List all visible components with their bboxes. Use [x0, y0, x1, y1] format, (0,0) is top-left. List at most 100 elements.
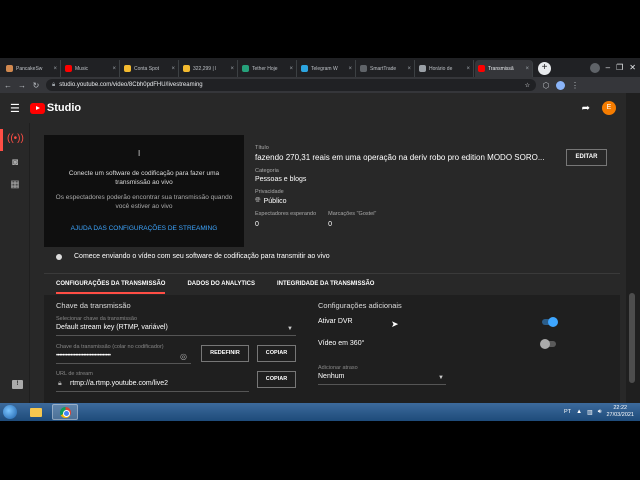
- network-icon[interactable]: ▥: [587, 409, 593, 416]
- dvr-toggle[interactable]: [542, 317, 558, 327]
- reset-key-button[interactable]: REDEFINIR: [201, 345, 249, 362]
- tab-favicon-icon: [242, 65, 249, 72]
- close-icon[interactable]: ×: [525, 66, 529, 72]
- tabstrip-right: – ❐ ✕: [589, 58, 640, 77]
- close-window-icon[interactable]: ✕: [629, 63, 636, 72]
- delay-select[interactable]: Nenhum: [318, 373, 344, 380]
- chevron-down-icon[interactable]: ▼: [287, 326, 293, 332]
- close-icon[interactable]: ×: [112, 66, 116, 72]
- stream-title: fazendo 270,31 reais em uma operação na …: [255, 153, 545, 162]
- delay-underline: [318, 384, 446, 385]
- browser-tab[interactable]: SmartTrade ×: [357, 60, 415, 77]
- start-hint: Comece enviando o vídeo com seu software…: [74, 253, 330, 260]
- tab-stream-settings[interactable]: CONFIGURAÇÕES DA TRANSMISSÃO: [56, 274, 166, 294]
- language-indicator[interactable]: PT: [564, 409, 571, 415]
- windows-logo-icon: [3, 405, 17, 419]
- calendar-icon[interactable]: ▦: [7, 177, 23, 193]
- youtube-logo-icon: [29, 102, 45, 114]
- taskbar-chrome[interactable]: [52, 404, 78, 420]
- header-actions: ➦ E: [582, 101, 616, 115]
- select-key-label: Selecionar chave da transmissão: [56, 316, 138, 322]
- stream-settings-panel: Chave da transmissão Selecionar chave da…: [44, 295, 620, 403]
- browser-tab[interactable]: Conta Spot ×: [121, 60, 179, 77]
- stream-key-label: Chave da transmissão (colar no codificad…: [56, 344, 164, 350]
- clock[interactable]: 22:22 27/03/2021: [606, 405, 634, 419]
- streaming-help-link[interactable]: AJUDA DAS CONFIGURAÇÕES DE STREAMING: [54, 225, 234, 232]
- reload-icon[interactable]: ↻: [32, 81, 40, 90]
- stream-details: Título fazendo 270,31 reais em uma opera…: [255, 145, 555, 234]
- tab-stream-health[interactable]: INTEGRIDADE DA TRANSMISSÃO: [277, 274, 374, 294]
- restore-icon[interactable]: ❐: [616, 63, 623, 72]
- status-dot-icon: [56, 253, 62, 260]
- close-icon[interactable]: ×: [407, 66, 411, 72]
- copy-url-button[interactable]: COPIAR: [257, 371, 296, 388]
- chevron-down-icon[interactable]: ▼: [438, 375, 444, 381]
- mouse-pointer-icon: ➤: [391, 319, 399, 329]
- tab-favicon-icon: [124, 65, 131, 72]
- studio-logo[interactable]: Studio: [29, 102, 81, 114]
- camera-icon[interactable]: ◙: [7, 155, 23, 171]
- edit-button[interactable]: EDITAR: [566, 149, 607, 166]
- chrome-icon: [59, 406, 71, 418]
- minimize-icon[interactable]: –: [606, 63, 610, 72]
- close-icon[interactable]: ×: [466, 66, 470, 72]
- select-underline: [56, 335, 296, 336]
- tray-arrow-icon[interactable]: ▲: [576, 409, 582, 415]
- tab-favicon-icon: [419, 65, 426, 72]
- star-icon[interactable]: ☆: [525, 82, 530, 89]
- settings-tabs: CONFIGURAÇÕES DA TRANSMISSÃO DADOS DO AN…: [44, 273, 620, 294]
- left-nav: ((•)) ◙ ▦: [0, 123, 30, 403]
- close-icon[interactable]: ×: [230, 66, 234, 72]
- url-input[interactable]: 🔒︎ studio.youtube.com/video/8Cbh0pdFHU/l…: [46, 79, 536, 91]
- video360-toggle[interactable]: [540, 339, 556, 349]
- url-text: studio.youtube.com/video/8Cbh0pdFHU/live…: [59, 82, 203, 88]
- feedback-icon[interactable]: !: [12, 380, 23, 389]
- browser-tab[interactable]: 322,299 | l ×: [180, 60, 238, 77]
- browser-tab[interactable]: Music ×: [62, 60, 120, 77]
- forward-icon[interactable]: →: [18, 81, 26, 90]
- profile-icon[interactable]: [589, 62, 600, 73]
- browser-tab[interactable]: PancakeSw ×: [3, 60, 61, 77]
- new-tab-button[interactable]: +: [538, 62, 551, 75]
- browser-tab[interactable]: Tether Hoje ×: [239, 60, 297, 77]
- volume-icon[interactable]: 🔊︎: [598, 409, 602, 416]
- taskbar-explorer[interactable]: [23, 404, 49, 420]
- scrollbar-thumb[interactable]: [629, 293, 635, 383]
- omnibox-actions: ☆: [525, 82, 530, 89]
- browser-tab[interactable]: Telegram W ×: [298, 60, 356, 77]
- menu-dots-icon[interactable]: ⋮: [571, 81, 579, 90]
- start-button[interactable]: [0, 403, 20, 421]
- bezel-top: [0, 0, 640, 58]
- close-icon[interactable]: ×: [348, 66, 352, 72]
- chrome-profile-avatar[interactable]: [556, 80, 565, 90]
- stream-url-field[interactable]: rtmp://a.rtmp.youtube.com/live2: [70, 380, 168, 387]
- copy-key-button[interactable]: COPIAR: [257, 345, 296, 362]
- url-underline: [56, 391, 249, 392]
- likes-count: Marcações "Gostei" 0: [328, 211, 377, 228]
- live-stream-icon[interactable]: ((•)): [7, 131, 24, 147]
- hamburger-menu-icon[interactable]: ☰: [10, 102, 20, 115]
- tab-favicon-icon: [360, 65, 367, 72]
- additional-settings-title: Configurações adicionais: [318, 301, 402, 310]
- video360-label: Vídeo em 360°: [318, 340, 365, 347]
- stream-key-select[interactable]: Default stream key (RTMP, variável): [56, 324, 168, 331]
- close-icon[interactable]: ×: [289, 66, 293, 72]
- eye-off-icon[interactable]: ◎: [180, 352, 187, 361]
- extension-icon[interactable]: ⬡: [542, 81, 550, 90]
- lock-icon: 🔒︎: [58, 380, 62, 387]
- preview-sub-message: Os espectadores poderão encontrar sua tr…: [55, 194, 233, 210]
- browser-tab[interactable]: Horário de ×: [416, 60, 474, 77]
- share-icon[interactable]: ➦: [582, 103, 590, 114]
- tab-analytics[interactable]: DADOS DO ANALYTICS: [187, 274, 255, 294]
- browser-tab-active[interactable]: Transmissã ×: [475, 60, 533, 77]
- avatar[interactable]: E: [602, 101, 616, 115]
- category-label: Categoria: [255, 168, 279, 174]
- close-icon[interactable]: ×: [53, 66, 57, 72]
- folder-icon: [30, 407, 42, 417]
- stream-preview: I Conecte um software de codificação par…: [44, 135, 244, 247]
- counts-row: Espectadores esperando 0 Marcações "Gost…: [255, 211, 555, 234]
- page-scrollbar[interactable]: [626, 93, 640, 403]
- stream-key-field[interactable]: ••••••••••••••••••••••••••••••••••: [56, 353, 111, 359]
- back-icon[interactable]: ←: [4, 81, 12, 90]
- close-icon[interactable]: ×: [171, 66, 175, 72]
